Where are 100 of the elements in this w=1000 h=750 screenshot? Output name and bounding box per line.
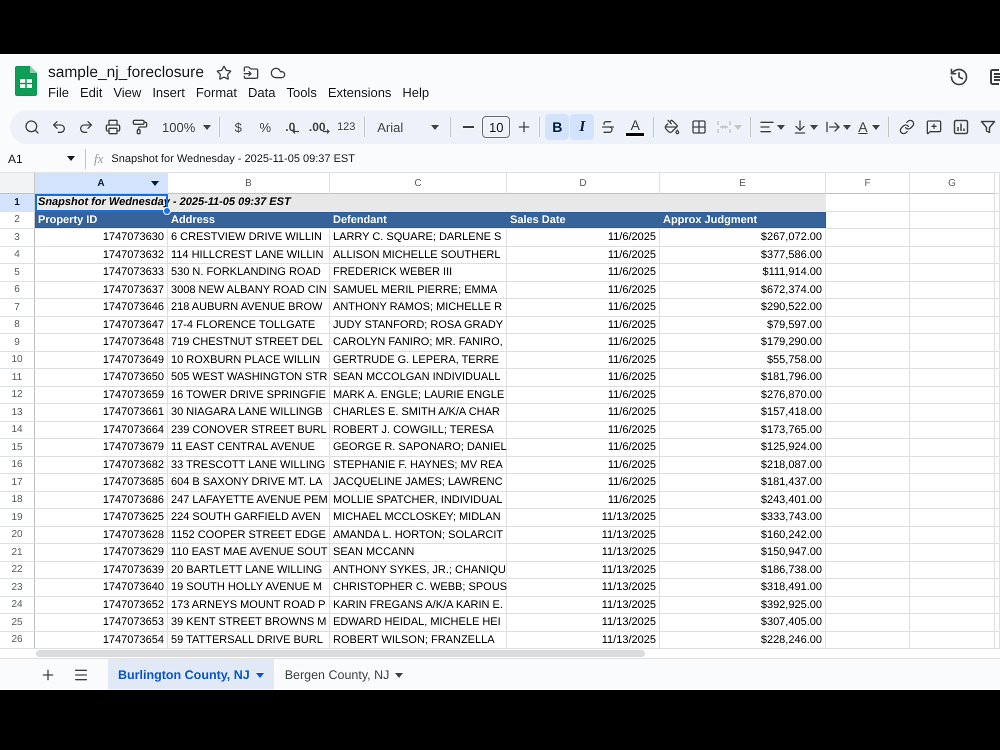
sheet-tab[interactable]: Burlington County, NJ xyxy=(108,659,274,690)
menu-item[interactable]: Tools xyxy=(286,84,317,102)
column-header[interactable]: F xyxy=(826,173,910,194)
table-cell: 11/6/2025 xyxy=(507,404,660,422)
row-header[interactable]: 11 xyxy=(0,369,35,386)
row-header[interactable]: 8 xyxy=(0,316,35,334)
table-cell: SEAN MCCANN xyxy=(330,544,507,562)
table-cell: 19 SOUTH HOLLY AVENUE M xyxy=(168,579,330,596)
table-cell: CHARLES E. SMITH A/K/A CHAR xyxy=(330,404,507,422)
zoom-dropdown[interactable]: 100% xyxy=(154,114,214,140)
spreadsheet-logo-icon[interactable] xyxy=(15,66,37,96)
italic-button[interactable]: I xyxy=(570,114,594,140)
row-header[interactable]: 9 xyxy=(0,334,35,352)
menu-item[interactable]: Extensions xyxy=(328,84,392,102)
table-cell: GEORGE R. SAPONARO; DANIEL xyxy=(330,439,507,456)
row-header[interactable]: 4 xyxy=(0,246,35,264)
column-header[interactable]: D xyxy=(507,173,660,194)
table-cell: SEAN MCCOLGAN INDIVIDUALL xyxy=(330,369,507,386)
column-header[interactable]: E xyxy=(660,173,826,194)
folder-icon[interactable] xyxy=(242,65,259,81)
name-box[interactable]: A1 xyxy=(0,148,85,170)
document-title[interactable]: sample_nj_foreclosure xyxy=(48,64,204,82)
sheet-tab[interactable]: Bergen County, NJ xyxy=(274,659,414,690)
column-title-cell: Approx Judgment xyxy=(660,212,826,229)
row-header[interactable]: 25 xyxy=(0,614,35,632)
table-cell: $125,924.00 xyxy=(660,439,826,456)
table-cell: 11/13/2025 xyxy=(507,562,660,579)
row-header[interactable]: 20 xyxy=(0,526,35,544)
table-cell: $160,242.00 xyxy=(660,526,826,544)
row-header[interactable]: 19 xyxy=(0,509,35,526)
history-icon[interactable] xyxy=(949,67,969,87)
caret-icon xyxy=(67,156,75,161)
menu-item[interactable]: File xyxy=(48,84,69,102)
row-header[interactable]: 15 xyxy=(0,439,35,456)
menu-item[interactable]: Format xyxy=(196,84,237,102)
table-cell: 1747073679 xyxy=(35,439,168,456)
table-cell: 11/6/2025 xyxy=(507,386,660,404)
formula-input-field[interactable]: Snapshot for Wednesday - 2025-11-05 09:37 EST xyxy=(111,148,1000,170)
table-cell: 114 HILLCREST LANE WILLIN xyxy=(168,246,330,264)
menu-item[interactable]: Edit xyxy=(80,84,102,102)
table-cell: 173 ARNEYS MOUNT ROAD P xyxy=(168,596,330,614)
row-header[interactable]: 12 xyxy=(0,386,35,404)
row-header[interactable]: 2 xyxy=(0,212,35,229)
bold-button[interactable]: B xyxy=(545,114,570,140)
row-header[interactable]: 17 xyxy=(0,474,35,492)
column-header[interactable]: C xyxy=(330,173,507,194)
comment-icon xyxy=(926,119,942,135)
table-cell: 218 AUBURN AVENUE BROW xyxy=(168,299,330,316)
column-header[interactable]: A xyxy=(35,173,168,194)
table-cell: 11/6/2025 xyxy=(507,352,660,369)
row-header[interactable]: 5 xyxy=(0,264,35,282)
row-header[interactable]: 1 xyxy=(0,194,35,212)
menu-item[interactable]: Help xyxy=(402,84,430,102)
table-cell: 110 EAST MAE AVENUE SOUT xyxy=(168,544,330,562)
row-header[interactable]: 23 xyxy=(0,579,35,596)
row-header[interactable]: 21 xyxy=(0,544,35,562)
table-cell: $672,374.00 xyxy=(660,282,826,299)
menu-item[interactable]: Data xyxy=(248,84,276,102)
table-cell: 11/13/2025 xyxy=(507,526,660,544)
row-header[interactable]: 18 xyxy=(0,492,35,509)
cloud-icon[interactable] xyxy=(270,65,286,81)
column-header[interactable]: G xyxy=(910,173,995,194)
row-header[interactable]: 22 xyxy=(0,562,35,579)
increase-decimals-button[interactable]: .00 xyxy=(306,114,332,140)
table-cell: AMANDA L. HORTON; SOLARCIT xyxy=(330,526,507,544)
row-header[interactable]: 26 xyxy=(0,632,35,649)
column-header[interactable]: B xyxy=(168,173,330,194)
plus-icon xyxy=(40,667,56,683)
table-cell: 33 TRESCOTT LANE WILLING xyxy=(168,456,330,474)
table-cell: 1747073637 xyxy=(35,282,168,299)
row-header[interactable]: 13 xyxy=(0,404,35,422)
percent-button[interactable]: % xyxy=(252,114,278,140)
table-cell: $181,437.00 xyxy=(660,474,826,492)
table-cell: 505 WEST WASHINGTON STR xyxy=(168,369,330,386)
row-header[interactable]: 10 xyxy=(0,352,35,369)
text-color-button[interactable]: A xyxy=(622,114,648,140)
currency-button[interactable]: $ xyxy=(225,114,252,140)
table-cell: 39 KENT STREET BROWNS M xyxy=(168,614,330,632)
menu-item[interactable]: View xyxy=(113,84,142,102)
text-rotation-button[interactable]: A xyxy=(855,114,883,140)
star-icon[interactable] xyxy=(216,65,232,81)
table-cell: JACQUELINE JAMES; LAWRENC xyxy=(330,474,507,492)
number-format-button[interactable]: 123 xyxy=(333,114,360,140)
row-header[interactable]: 3 xyxy=(0,229,35,246)
row-header[interactable]: 6 xyxy=(0,282,35,299)
table-cell: 6 CRESTVIEW DRIVE WILLIN xyxy=(168,229,330,246)
notes-icon[interactable] xyxy=(990,68,1000,86)
row-header[interactable]: 24 xyxy=(0,596,35,614)
row-header[interactable]: 16 xyxy=(0,456,35,474)
table-cell: $173,765.00 xyxy=(660,422,826,439)
menu-item[interactable]: Insert xyxy=(152,84,185,102)
horizontal-scrollbar[interactable] xyxy=(36,650,645,657)
font-size-field[interactable]: 10 xyxy=(482,116,510,138)
decrease-decimals-button[interactable]: .0 xyxy=(279,114,306,140)
table-cell: 1747073682 xyxy=(35,456,168,474)
column-title-cell: Address xyxy=(168,212,330,229)
font-dropdown[interactable]: Arial xyxy=(370,114,444,140)
row-header[interactable]: 7 xyxy=(0,299,35,316)
table-cell: LARRY C. SQUARE; DARLENE S xyxy=(330,229,507,246)
row-header[interactable]: 14 xyxy=(0,422,35,439)
